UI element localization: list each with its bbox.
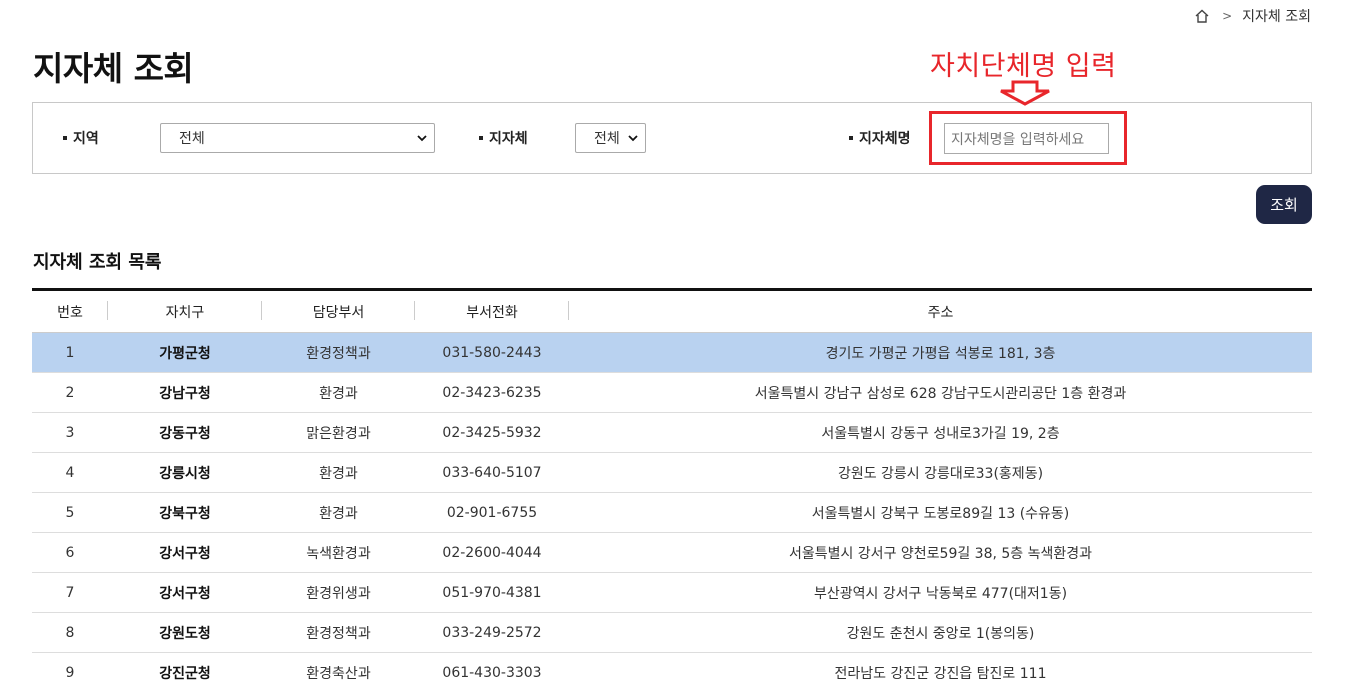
local-label: 지자체 (479, 128, 528, 148)
cell-address: 서울특별시 강남구 삼성로 628 강남구도시관리공단 1층 환경과 (754, 385, 1127, 402)
cell-phone: 02-3423-6235 (442, 384, 542, 401)
cell-phone: 033-640-5107 (442, 464, 542, 481)
cell-name: 강북구청 (159, 505, 211, 522)
cell-dept: 맑은환경과 (306, 425, 371, 442)
breadcrumb-current[interactable]: 지자체 조회 (1242, 6, 1311, 26)
region-label-text: 지역 (73, 131, 99, 147)
cell-dept: 환경정책과 (306, 345, 371, 362)
header-dept: 담당부서 (262, 291, 415, 332)
home-icon[interactable] (1194, 8, 1210, 24)
cell-name: 강서구청 (159, 585, 211, 602)
cell-phone: 02-3425-5932 (442, 424, 542, 441)
header-address: 주소 (927, 304, 954, 321)
cell-name: 가평군청 (159, 345, 211, 362)
name-label: 지자체명 (849, 128, 911, 148)
cell-no: 2 (65, 384, 75, 401)
cell-name: 강동구청 (159, 425, 211, 442)
cell-name: 강남구청 (159, 385, 211, 402)
cell-phone: 031-580-2443 (442, 344, 542, 361)
page-title: 지자체 조회 (33, 49, 194, 88)
cell-no: 4 (65, 464, 75, 481)
header-name: 자치구 (108, 291, 262, 332)
local-select[interactable]: 전체 (575, 123, 646, 153)
search-button[interactable]: 조회 (1256, 185, 1312, 224)
cell-no: 6 (65, 544, 75, 561)
cell-address: 서울특별시 강서구 양천로59길 38, 5층 녹색환경과 (788, 545, 1093, 562)
cell-dept: 환경과 (319, 505, 358, 522)
chevron-down-icon (628, 135, 638, 142)
cell-phone: 051-970-4381 (442, 584, 542, 601)
table-row[interactable]: 6 강서구청 녹색환경과 02-2600-4044 서울특별시 강서구 양천로5… (32, 533, 1312, 573)
cell-address: 전라남도 강진군 강진읍 탐진로 111 (834, 665, 1047, 682)
bullet-icon (63, 136, 67, 140)
cell-dept: 환경정책과 (306, 625, 371, 642)
name-label-text: 지자체명 (859, 131, 911, 147)
cell-name: 강서구청 (159, 545, 211, 562)
cell-name: 강원도청 (159, 625, 211, 642)
cell-address: 강원도 강릉시 강릉대로33(홍제동) (837, 465, 1044, 482)
cell-no: 3 (65, 424, 75, 441)
cell-dept: 환경축산과 (306, 665, 371, 682)
cell-no: 7 (65, 584, 75, 601)
cell-phone: 02-901-6755 (446, 504, 538, 521)
annotation-label: 자치단체명 입력 (930, 51, 1117, 82)
table-row[interactable]: 8 강원도청 환경정책과 033-249-2572 강원도 춘천시 중앙로 1(… (32, 613, 1312, 653)
local-label-text: 지자체 (489, 131, 528, 147)
cell-address: 서울특별시 강북구 도봉로89길 13 (수유동) (811, 505, 1070, 522)
table-row[interactable]: 9 강진군청 환경축산과 061-430-3303 전라남도 강진군 강진읍 탐… (32, 653, 1312, 691)
cell-name: 강릉시청 (159, 465, 211, 482)
table-row[interactable]: 4 강릉시청 환경과 033-640-5107 강원도 강릉시 강릉대로33(홍… (32, 453, 1312, 493)
cell-phone: 061-430-3303 (442, 664, 542, 681)
cell-dept: 환경과 (319, 385, 358, 402)
cell-no: 5 (65, 504, 75, 521)
breadcrumb: > 지자체 조회 (1194, 6, 1311, 26)
table-row[interactable]: 1 가평군청 환경정책과 031-580-2443 경기도 가평군 가평읍 석봉… (32, 333, 1312, 373)
cell-phone: 033-249-2572 (442, 624, 542, 641)
cell-no: 8 (65, 624, 75, 641)
cell-dept: 환경과 (319, 465, 358, 482)
list-title: 지자체 조회 목록 (33, 252, 162, 273)
cell-address: 서울특별시 강동구 성내로3가길 19, 2층 (821, 425, 1060, 442)
bullet-icon (479, 136, 483, 140)
header-no: 번호 (32, 291, 108, 332)
table-row[interactable]: 5 강북구청 환경과 02-901-6755 서울특별시 강북구 도봉로89길 … (32, 493, 1312, 533)
cell-dept: 녹색환경과 (306, 545, 371, 562)
bullet-icon (849, 136, 853, 140)
cell-address: 강원도 춘천시 중앙로 1(봉의동) (846, 625, 1035, 642)
table-row[interactable]: 2 강남구청 환경과 02-3423-6235 서울특별시 강남구 삼성로 62… (32, 373, 1312, 413)
region-select[interactable]: 전체 (160, 123, 435, 153)
region-select-value: 전체 (179, 131, 205, 147)
table-row[interactable]: 3 강동구청 맑은환경과 02-3425-5932 서울특별시 강동구 성내로3… (32, 413, 1312, 453)
table-row[interactable]: 7 강서구청 환경위생과 051-970-4381 부산광역시 강서구 낙동북로… (32, 573, 1312, 613)
region-label: 지역 (63, 128, 99, 148)
cell-no: 1 (65, 344, 75, 361)
local-select-value: 전체 (594, 131, 620, 147)
breadcrumb-separator: > (1222, 9, 1233, 23)
cell-phone: 02-2600-4044 (442, 544, 542, 561)
cell-name: 강진군청 (159, 665, 211, 682)
arrow-down-icon (1000, 80, 1050, 106)
cell-no: 9 (65, 664, 75, 681)
cell-dept: 환경위생과 (306, 585, 371, 602)
chevron-down-icon (417, 135, 427, 142)
cell-address: 경기도 가평군 가평읍 석봉로 181, 3층 (825, 345, 1056, 362)
cell-address: 부산광역시 강서구 낙동북로 477(대저1동) (813, 585, 1068, 602)
annotation-highlight-box (929, 111, 1127, 165)
results-table: 번호 자치구 담당부서 부서전화 주소 1 가평군청 환경정책과 031-580… (32, 288, 1312, 691)
header-phone: 부서전화 (415, 291, 569, 332)
table-header: 번호 자치구 담당부서 부서전화 주소 (32, 291, 1312, 333)
